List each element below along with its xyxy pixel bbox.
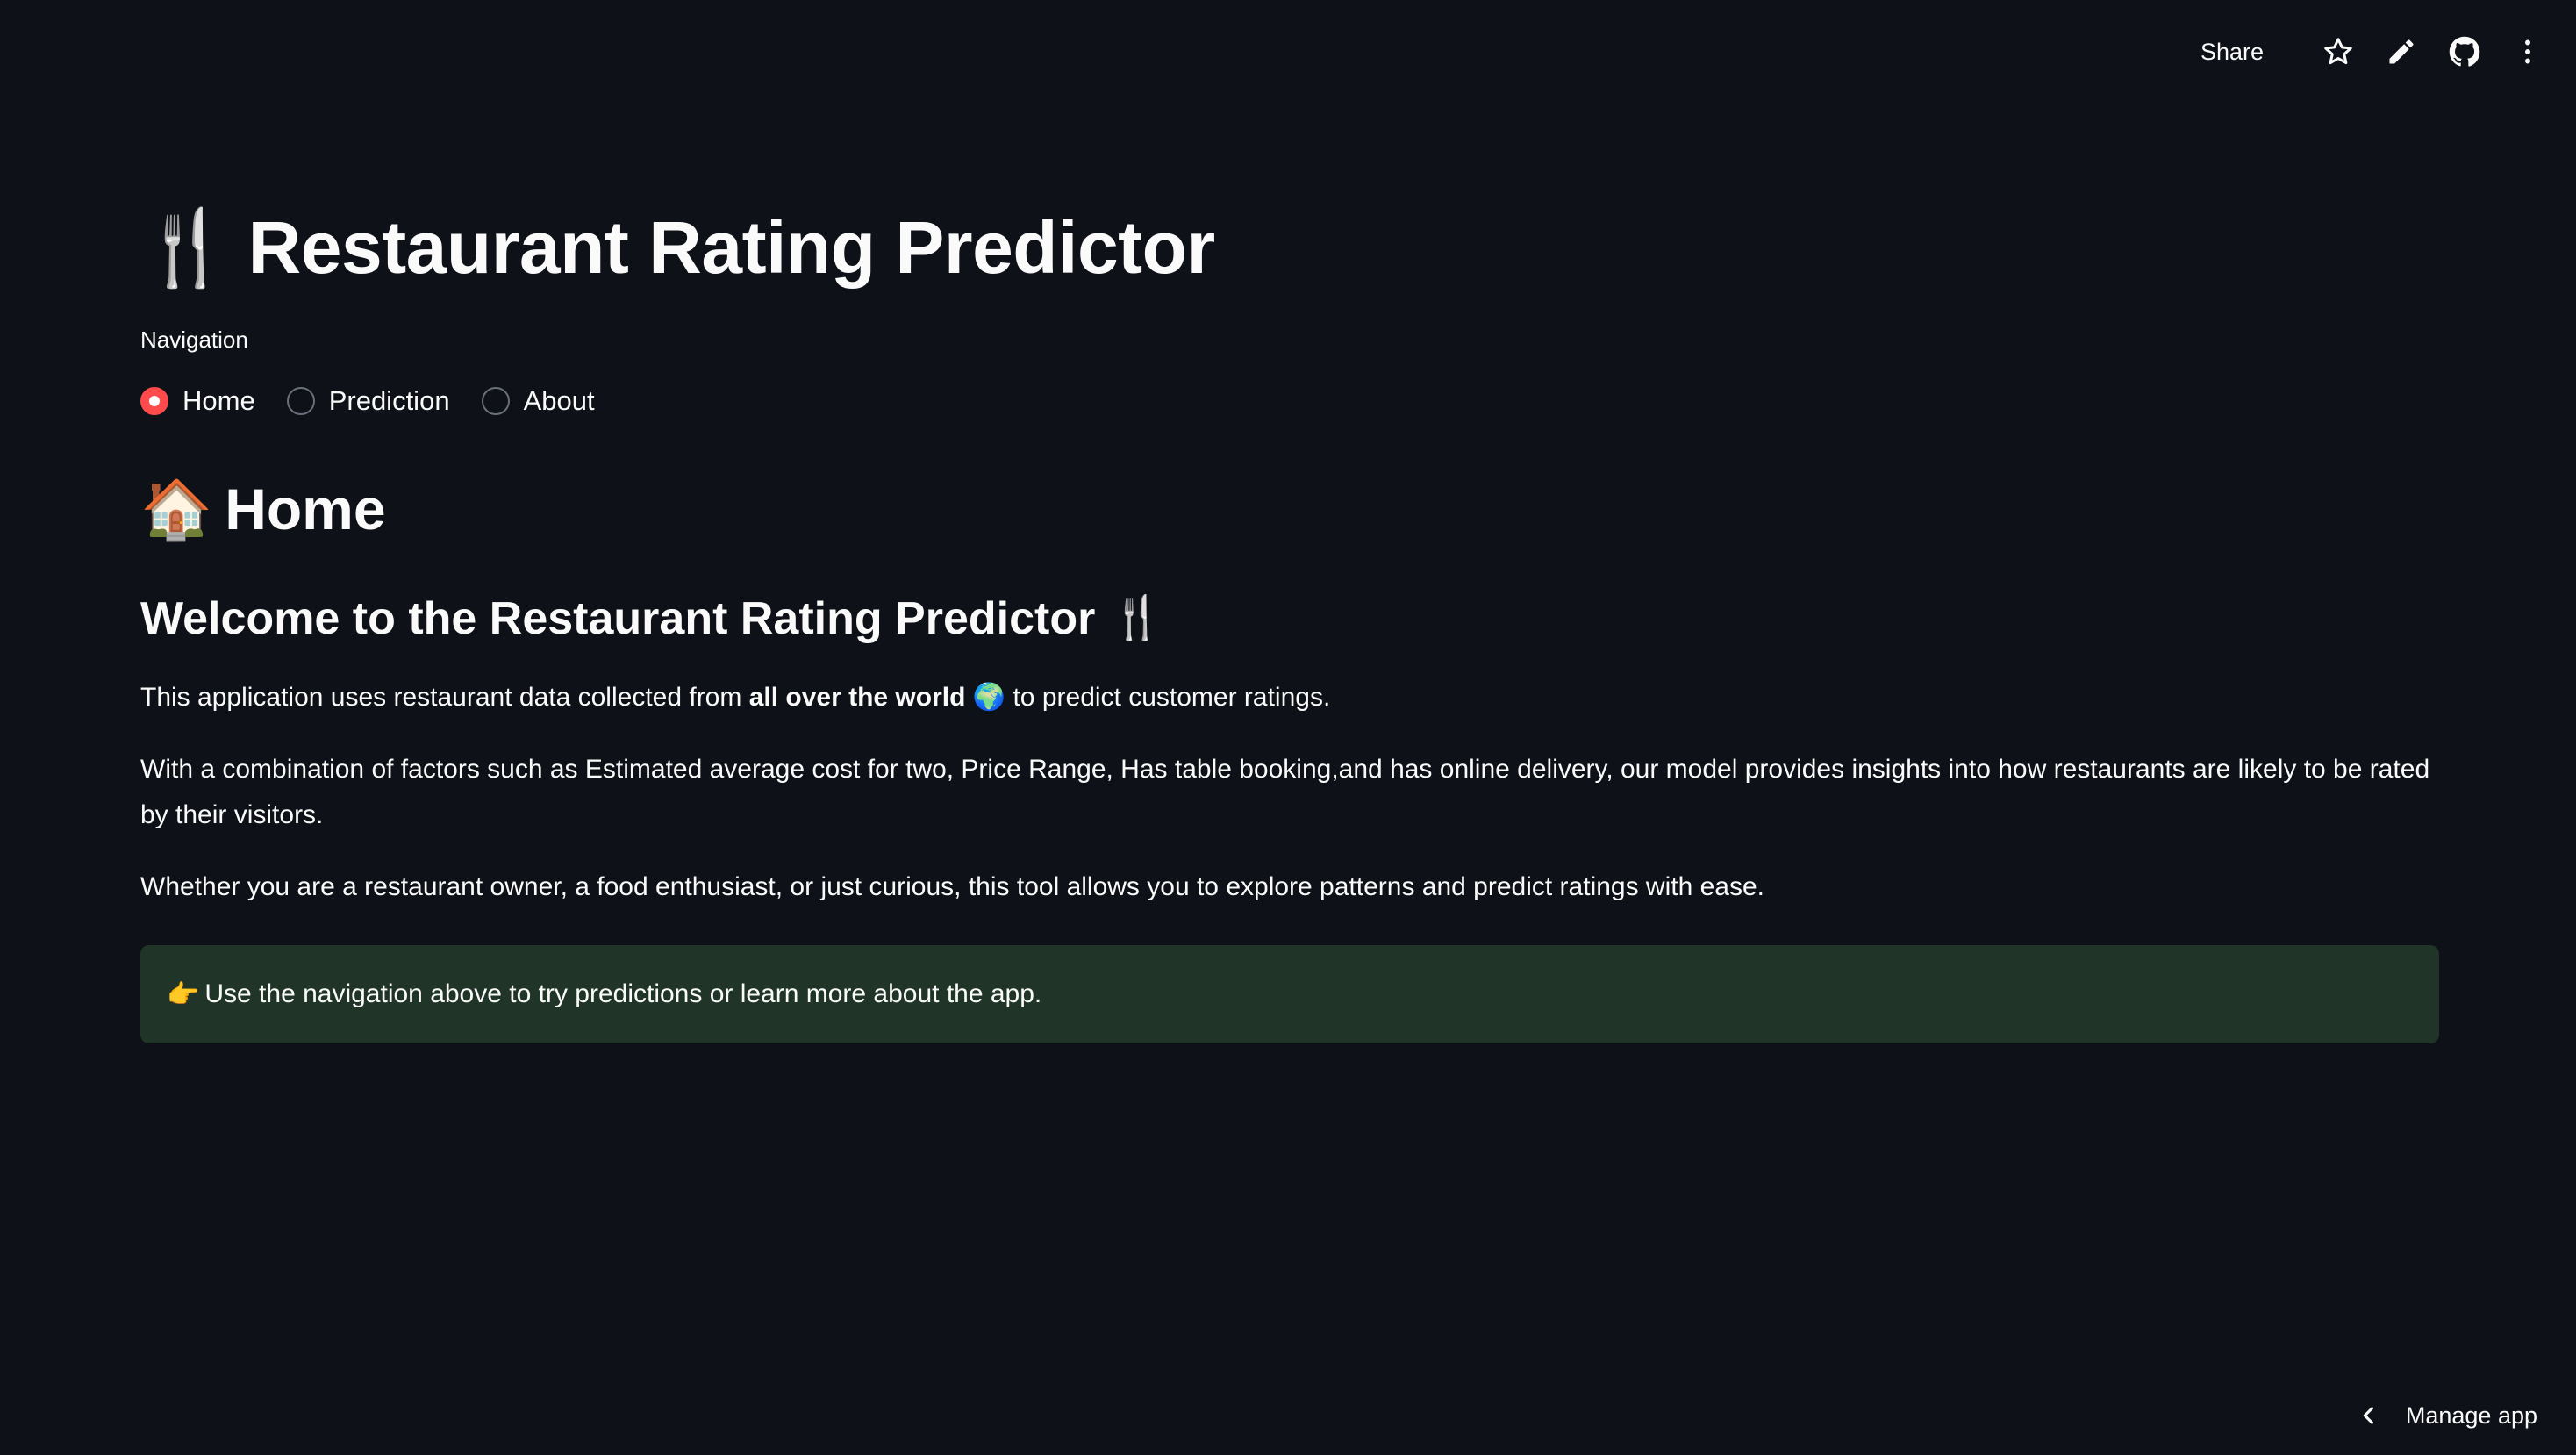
nav-option-about[interactable]: About [481, 385, 595, 417]
github-icon[interactable] [2443, 30, 2487, 74]
nav-option-label[interactable]: About [524, 385, 595, 417]
intro-bold-text: all over the world [748, 683, 966, 712]
nav-option-label[interactable]: Prediction [329, 385, 450, 417]
nav-option-home[interactable]: Home [140, 385, 255, 417]
page-title-row: 🍴 Restaurant Rating Predictor [140, 193, 2439, 302]
share-button[interactable]: Share [2200, 39, 2264, 66]
success-callout: 👉 Use the navigation above to try predic… [140, 945, 2439, 1043]
fork-knife-icon: 🍴 [140, 206, 233, 289]
intro-paragraph: This application uses restaurant data co… [140, 675, 2439, 720]
radio-unchecked-icon[interactable] [286, 387, 315, 415]
section-heading: Home [225, 477, 386, 541]
manage-app-label[interactable]: Manage app [2406, 1402, 2537, 1430]
top-toolbar: Share [2200, 30, 2550, 74]
main-content: 🍴 Restaurant Rating Predictor Navigation… [140, 193, 2439, 1043]
house-icon: 🏠 [140, 477, 213, 541]
factors-paragraph: With a combination of factors such as Es… [140, 755, 2430, 829]
chevron-left-icon [2363, 1407, 2373, 1424]
page-title: Restaurant Rating Predictor [247, 206, 1216, 289]
callout-text: Use the navigation above to try predicti… [204, 979, 1042, 1008]
intro-text-end: to predict customer ratings. [1005, 683, 1331, 712]
kebab-menu-icon[interactable] [2506, 30, 2550, 74]
pointing-hand-icon: 👉 [167, 979, 200, 1009]
fork-knife-icon: 🍴 [1111, 595, 1164, 641]
navigation-label: Navigation [140, 326, 248, 353]
star-icon[interactable] [2316, 30, 2360, 74]
section-heading-row: 🏠 Home [140, 480, 2439, 538]
radio-unchecked-icon[interactable] [481, 387, 510, 415]
welcome-heading: Welcome to the Restaurant Rating Predict… [140, 593, 1096, 644]
manage-app-button[interactable]: Manage app [2357, 1394, 2537, 1437]
globe-icon: 🌍 [972, 683, 1006, 712]
welcome-heading-row: Welcome to the Restaurant Rating Predict… [140, 596, 2439, 641]
radio-checked-icon[interactable] [140, 387, 168, 415]
nav-option-label[interactable]: Home [182, 385, 255, 417]
pencil-icon[interactable] [2379, 30, 2423, 74]
navigation-radio-group: Home Prediction About [140, 385, 2439, 417]
nav-option-prediction[interactable]: Prediction [286, 385, 450, 417]
app-page: Share 🍴 Restaurant Rating Predictor Navi… [0, 0, 2576, 1455]
audience-paragraph: Whether you are a restaurant owner, a fo… [140, 872, 1765, 901]
intro-text-start: This application uses restaurant data co… [140, 683, 749, 712]
